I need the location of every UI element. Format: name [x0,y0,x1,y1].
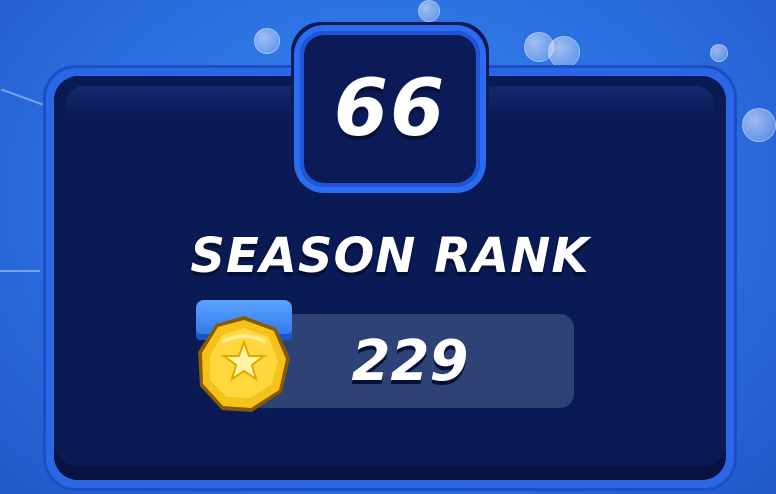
bubble-decoration [742,108,776,142]
season-rank-title: SEASON RANK [190,228,590,284]
light-streak [0,88,44,106]
light-streak [0,270,40,272]
level-value: 66 [333,64,447,154]
bubble-decoration [548,36,580,68]
season-rank-value: 229 [351,328,469,394]
bubble-decoration [254,28,280,54]
bubble-decoration [418,0,440,22]
gold-star-medal-icon [198,316,290,412]
bubble-decoration [710,44,728,62]
